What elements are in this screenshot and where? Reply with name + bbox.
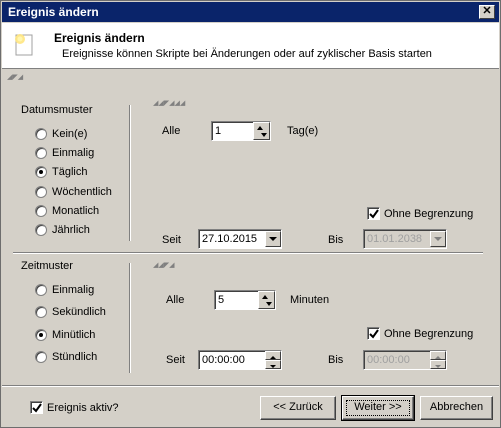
datumsmuster-option-label[interactable]: Kein(e) [52,128,87,140]
zeitmuster-heading: Zeitmuster [21,260,73,272]
divider [129,105,131,241]
datumsmuster-option-label[interactable]: Jährlich [52,224,90,236]
decor-marks: ◢◢◤◢◢◢ [153,100,186,107]
datum-alle-spinner[interactable] [253,122,270,140]
zeit-alle-unit: Minuten [290,294,330,306]
ereignis-aktiv-checkbox[interactable] [30,401,43,414]
header-title: Ereignis ändern [54,31,145,45]
datumsmuster-option-label[interactable]: Täglich [52,166,87,178]
zeit-alle-spinner[interactable] [258,291,275,309]
zeitmuster-option-label[interactable]: Stündlich [52,351,97,363]
stepper-down-button [430,360,446,369]
zeitmuster-option-label[interactable]: Minütlich [52,329,95,341]
divider [129,263,131,373]
datumsmuster-radio[interactable] [35,185,47,198]
datumsmuster-radio[interactable] [35,166,47,179]
datum-ohne-begrenzung-checkbox[interactable] [367,207,380,220]
zeit-alle-label: Alle [166,294,185,306]
datum-ohne-begrenzung-label: Ohne Begrenzung [384,208,474,220]
zeit-seit-stepper[interactable] [265,351,281,369]
zeitmuster-option-label[interactable]: Sekündlich [52,306,106,318]
zeit-ohne-begrenzung-label: Ohne Begrenzung [384,328,474,340]
footer-separator [2,385,499,387]
datumsmuster-radio[interactable] [35,147,47,160]
datumsmuster-heading: Datumsmuster [21,104,93,116]
zeit-bis-stepper [430,351,446,369]
stepper-up-button [430,351,446,360]
decor-marks: ◢◤◢ [7,74,24,81]
zeitmuster-radio[interactable] [35,328,47,341]
datum-alle-label: Alle [162,125,181,137]
note-icon [15,34,33,56]
title-bar[interactable]: Ereignis ändern ✕ [2,2,499,22]
ereignis-aktiv-label: Ereignis aktiv? [47,402,119,414]
datumsmuster-option-label[interactable]: Einmalig [52,147,94,159]
back-button[interactable]: << Zurück [260,396,336,420]
arrow-down-icon [435,365,441,368]
section-separator [13,252,483,254]
checkmark-icon [369,209,379,219]
zeit-bis-label: Bis [328,354,344,366]
cancel-button[interactable]: Abbrechen [420,396,493,420]
arrow-down-icon [270,365,276,368]
decor-marks: ◢◢◤◢ [153,262,175,269]
stepper-up-button[interactable] [265,351,281,360]
zeitmuster-option-label[interactable]: Einmalig [52,284,94,296]
datumsmuster-option-label[interactable]: Wöchentlich [52,186,112,198]
datum-seit-label: Seit [162,234,181,246]
datum-bis-label: Bis [328,234,344,246]
dialog-window: Ereignis ändern ✕ Ereignis ändern Ereign… [0,0,501,428]
close-button[interactable]: ✕ [479,5,495,19]
datumsmuster-radio[interactable] [35,224,47,236]
zeit-ohne-begrenzung-checkbox[interactable] [367,327,380,340]
datumsmuster-radio[interactable] [35,128,47,140]
zeit-seit-label: Seit [166,354,185,366]
datumsmuster-option-label[interactable]: Monatlich [52,205,99,217]
datumsmuster-radio[interactable] [35,204,47,217]
zeitmuster-radio[interactable] [35,284,47,296]
focus-rect [346,400,410,416]
zeitmuster-radio[interactable] [35,306,47,319]
chevron-down-icon [434,237,442,241]
zeitmuster-radio[interactable] [35,350,47,363]
stepper-down-button[interactable] [265,360,281,369]
window-title: Ereignis ändern [8,5,99,19]
spin-icon [262,295,272,306]
datum-alle-unit: Tag(e) [287,125,319,137]
datum-seit-dropdown-button[interactable] [265,231,281,247]
next-button[interactable]: Weiter >> [341,395,415,421]
chevron-down-icon [269,237,277,241]
close-icon: ✕ [482,5,492,17]
spin-icon [257,126,267,137]
dialog-header: Ereignis ändern Ereignisse können Skript… [2,23,499,69]
checkmark-icon [369,329,379,339]
header-subtitle: Ereignisse können Skripte bei Änderungen… [62,48,432,60]
checkmark-icon [32,403,42,413]
datum-bis-dropdown-button [430,231,446,247]
